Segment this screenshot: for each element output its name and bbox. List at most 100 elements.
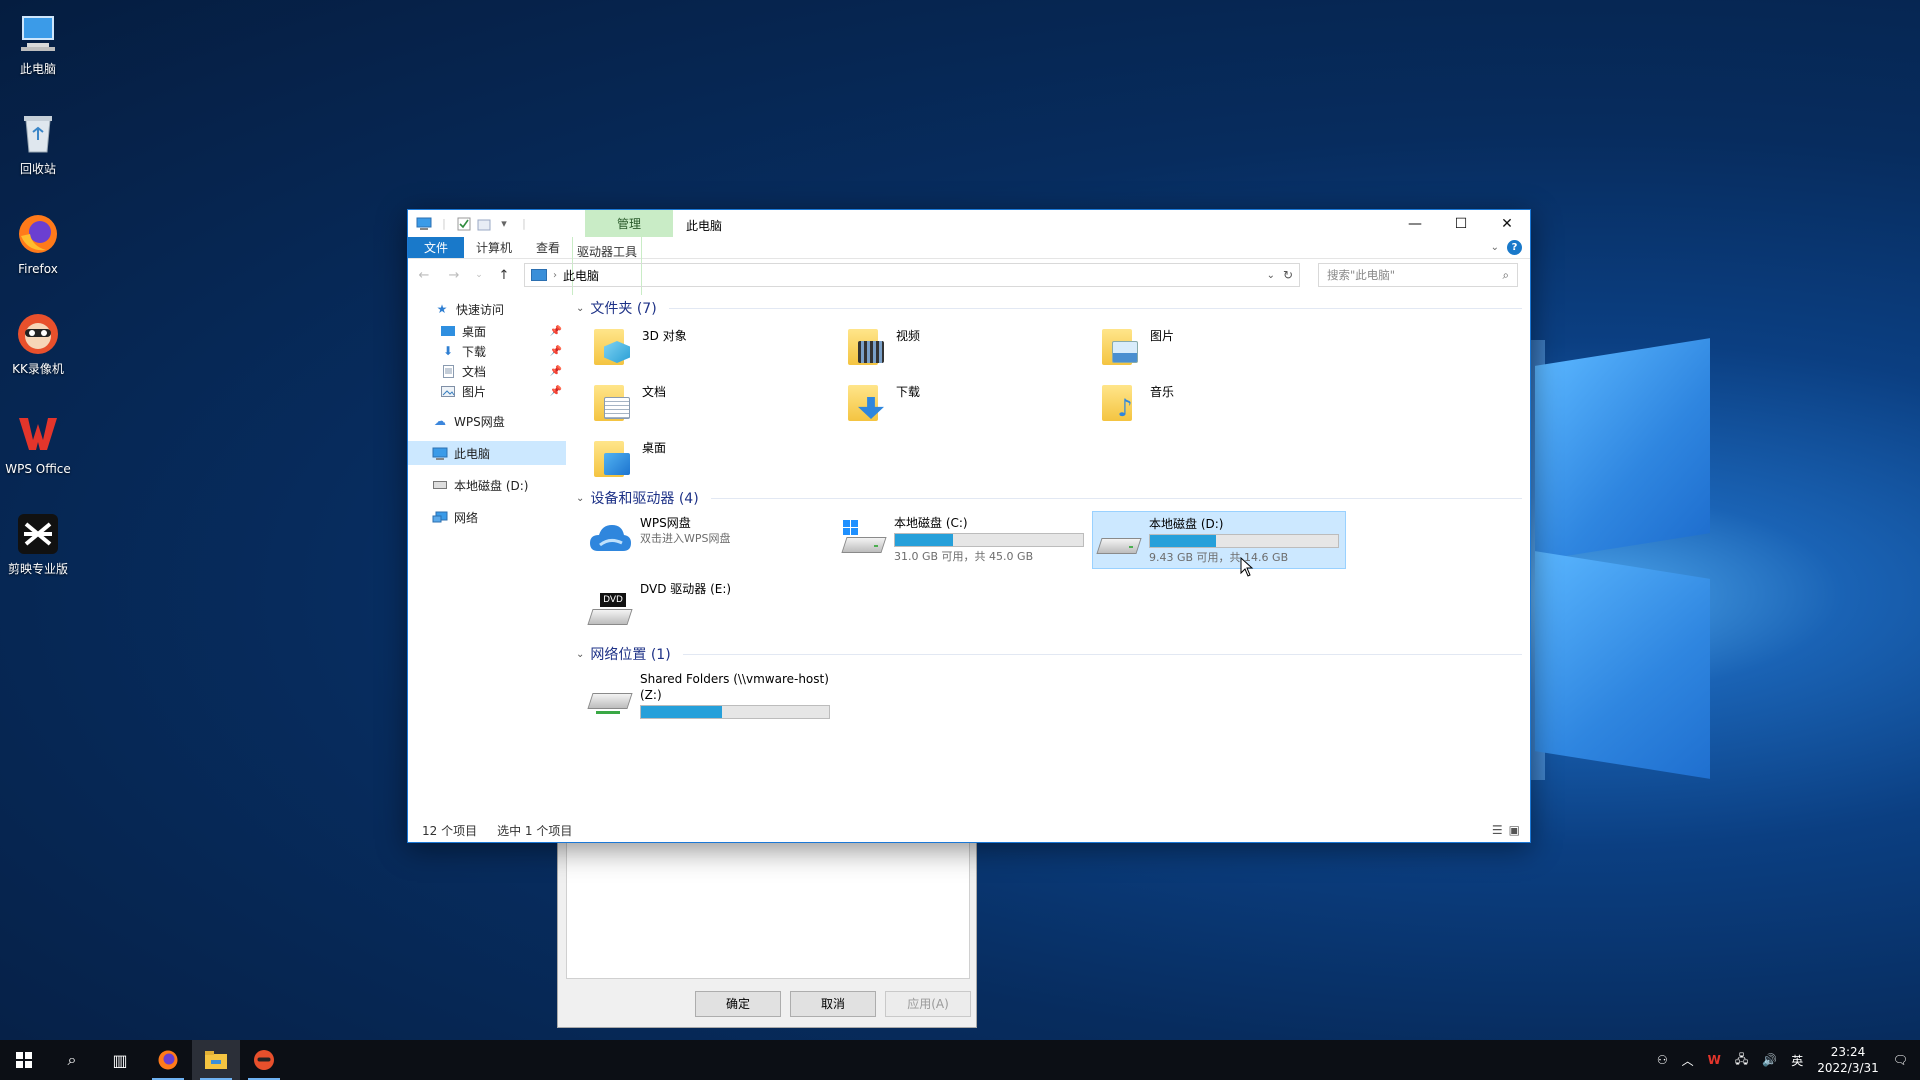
ok-button[interactable]: 确定 — [695, 991, 781, 1017]
desktop-icon-wps-office[interactable]: WPS Office — [2, 410, 74, 476]
tab-computer[interactable]: 计算机 — [464, 237, 524, 258]
wps-tray-icon[interactable]: W — [1708, 1053, 1721, 1067]
folder-label: 图片 — [1150, 329, 1175, 343]
3d-objects-icon — [594, 325, 634, 365]
computer-icon — [14, 10, 62, 58]
nav-item-pictures[interactable]: 图片 📌 — [408, 381, 566, 401]
search-button[interactable]: ⌕ — [48, 1040, 96, 1080]
new-folder-icon[interactable] — [476, 216, 492, 232]
chevron-down-icon[interactable]: ⌄ — [1267, 270, 1275, 281]
search-icon[interactable]: ⌕ — [1503, 268, 1509, 283]
help-icon[interactable]: ? — [1507, 240, 1522, 255]
ribbon-tabs: 文件 计算机 查看 驱动器工具 ⌄ ? — [408, 237, 1530, 295]
drive-name: 本地磁盘 (C:) — [894, 516, 968, 530]
content-pane: ⌄ 文件夹 (7) 3D 对象 视频 图片 文档 下载 ♪ 音乐 桌面 ⌄ 设备… — [566, 291, 1530, 800]
chevron-right-icon[interactable]: › — [553, 270, 557, 281]
drive-usage-bar — [1149, 534, 1339, 548]
folder-pictures[interactable]: 图片 — [1102, 321, 1356, 369]
nav-item-documents[interactable]: 文档 📌 — [408, 361, 566, 381]
folder-videos[interactable]: 视频 — [848, 321, 1102, 369]
people-icon[interactable]: ⚇ — [1657, 1053, 1668, 1067]
close-icon: ✕ — [1501, 215, 1513, 232]
nav-item-downloads[interactable]: ⬇ 下载 📌 — [408, 341, 566, 361]
explorer-window: | ▾ | 管理 此电脑 — ☐ ✕ 文件 计算机 查看 驱动器工具 ⌄ ? ←… — [407, 209, 1531, 843]
windows-drive-icon — [841, 519, 887, 563]
recycle-bin-icon — [14, 110, 62, 158]
window-title: 此电脑 — [686, 219, 723, 233]
refresh-icon[interactable]: ↻ — [1283, 268, 1293, 282]
context-tab-manage[interactable]: 管理 — [585, 210, 673, 237]
item-count: 12 个项目 — [422, 823, 478, 838]
desktop-icon-capcut[interactable]: 剪映专业版 — [2, 510, 74, 576]
desktop-icon-firefox[interactable]: Firefox — [2, 210, 74, 276]
minimize-button[interactable]: — — [1392, 210, 1438, 237]
collapse-icon[interactable]: ⌄ — [576, 649, 584, 660]
network-icon[interactable]: 🖧 — [1735, 1050, 1748, 1071]
mouse-cursor-icon — [1240, 557, 1254, 577]
pin-icon[interactable]: 📌 — [550, 386, 562, 397]
nav-item-desktop[interactable]: 桌面 📌 — [408, 321, 566, 341]
show-hidden-icons-icon[interactable]: ︿ — [1682, 1052, 1694, 1069]
drive-dvd-e[interactable]: DVD DVD 驱动器 (E:) — [584, 577, 838, 635]
ime-indicator[interactable]: 英 — [1791, 1052, 1803, 1069]
drive-usage-bar — [894, 533, 1084, 547]
tab-file[interactable]: 文件 — [408, 237, 464, 258]
folder-3d-objects[interactable]: 3D 对象 — [594, 321, 848, 369]
up-icon[interactable]: ↑ — [494, 268, 514, 283]
folder-music[interactable]: ♪ 音乐 — [1102, 377, 1356, 425]
title-bar[interactable]: | ▾ | 管理 此电脑 — ☐ ✕ — [408, 210, 1530, 237]
nav-this-pc[interactable]: 此电脑 — [408, 441, 566, 465]
windows-start-icon — [16, 1052, 32, 1068]
network-icon — [432, 510, 448, 524]
volume-icon[interactable]: 🔊 — [1762, 1053, 1777, 1067]
group-header-network-locations[interactable]: ⌄ 网络位置 (1) — [576, 641, 1522, 667]
desktop-icon-recycle-bin[interactable]: 回收站 — [2, 110, 74, 176]
tab-view[interactable]: 查看 — [524, 237, 572, 258]
maximize-button[interactable]: ☐ — [1438, 210, 1484, 237]
task-view-button[interactable]: ▥ — [96, 1040, 144, 1080]
address-path[interactable]: 此电脑 — [563, 267, 599, 284]
notification-icon[interactable]: 🗨 — [1893, 1053, 1908, 1067]
taskbar-file-explorer[interactable] — [192, 1040, 240, 1080]
pin-icon[interactable]: 📌 — [550, 346, 562, 357]
pictures-icon — [440, 384, 456, 398]
drive-local-d[interactable]: 本地磁盘 (D:) 9.43 GB 可用，共 14.6 GB — [1092, 511, 1346, 569]
collapse-icon[interactable]: ⌄ — [576, 493, 584, 504]
download-icon: ⬇ — [442, 344, 454, 358]
group-header-drives[interactable]: ⌄ 设备和驱动器 (4) — [576, 485, 1522, 511]
drive-subtext: 31.0 GB 可用，共 45.0 GB — [894, 550, 1034, 563]
close-button[interactable]: ✕ — [1484, 210, 1530, 237]
desktop-icon-kk-recorder[interactable]: KK录像机 — [2, 310, 74, 376]
folders-grid: 3D 对象 视频 图片 文档 下载 ♪ 音乐 桌面 — [576, 321, 1522, 481]
pin-icon[interactable]: 📌 — [550, 366, 562, 377]
collapse-icon[interactable]: ⌄ — [576, 303, 584, 314]
expand-ribbon-icon[interactable]: ⌄ — [1491, 242, 1499, 253]
start-button[interactable] — [0, 1040, 48, 1080]
desktop-icon — [440, 324, 456, 338]
large-icons-view-icon[interactable]: ▣ — [1509, 823, 1520, 837]
folder-documents[interactable]: 文档 — [594, 377, 848, 425]
taskbar-kk-recorder[interactable] — [240, 1040, 288, 1080]
folder-downloads[interactable]: 下载 — [848, 377, 1102, 425]
desktop-icon — [594, 437, 634, 477]
drive-wps-cloud[interactable]: WPS网盘 双击进入WPS网盘 — [584, 511, 838, 569]
document-icon — [440, 364, 456, 378]
nav-network[interactable]: 网络 — [408, 505, 566, 529]
qat-dropdown-icon[interactable]: ▾ — [496, 216, 512, 232]
network-drive-z[interactable]: Shared Folders (\\vmware-host) (Z:) — [584, 667, 838, 727]
details-view-icon[interactable]: ☰ — [1492, 823, 1503, 837]
nav-wps-cloud[interactable]: ☁ WPS网盘 — [408, 409, 566, 433]
desktop-icon-this-pc[interactable]: 此电脑 — [2, 10, 74, 76]
pin-icon[interactable]: 📌 — [550, 326, 562, 337]
nav-local-disk-d[interactable]: 本地磁盘 (D:) — [408, 473, 566, 497]
clock[interactable]: 23:24 2022/3/31 — [1817, 1044, 1879, 1076]
address-bar[interactable]: › 此电脑 ⌄ ↻ — [524, 263, 1300, 287]
cancel-button[interactable]: 取消 — [790, 991, 876, 1017]
group-header-folders[interactable]: ⌄ 文件夹 (7) — [576, 295, 1522, 321]
folder-desktop[interactable]: 桌面 — [594, 433, 848, 481]
properties-icon[interactable] — [456, 216, 472, 232]
nav-quick-access[interactable]: ★ 快速访问 — [408, 297, 566, 321]
drive-local-c[interactable]: 本地磁盘 (C:) 31.0 GB 可用，共 45.0 GB — [838, 511, 1092, 569]
taskbar-firefox[interactable] — [144, 1040, 192, 1080]
search-input[interactable]: 搜索"此电脑" ⌕ — [1318, 263, 1518, 287]
